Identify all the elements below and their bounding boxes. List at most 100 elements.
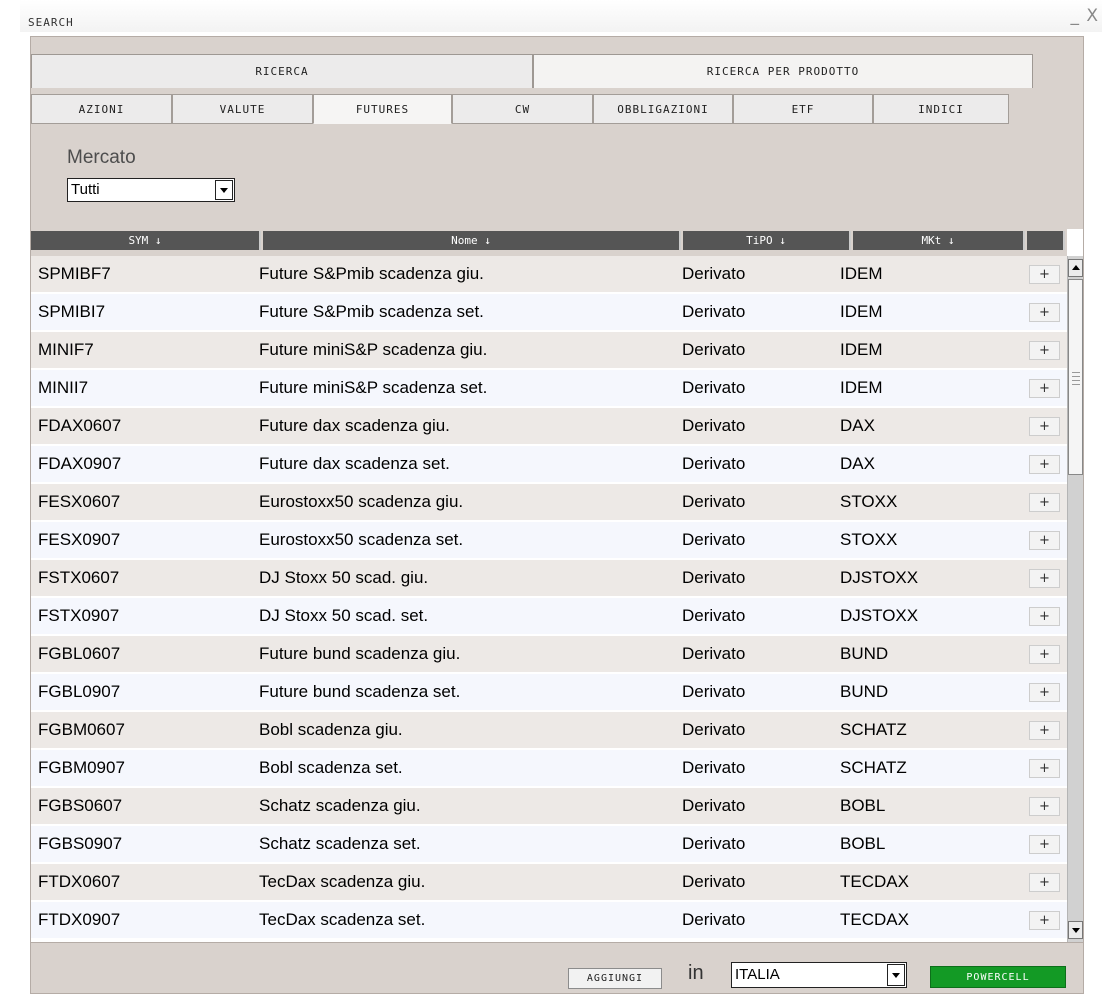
- subtab-etf[interactable]: ETF: [733, 94, 873, 124]
- cell-mkt: DAX: [840, 454, 875, 473]
- table-row[interactable]: SPMIBF7 Future S&Pmib scadenza giu. Deriva…: [31, 256, 1067, 292]
- cell-nome: Future bund scadenza giu.: [259, 644, 461, 663]
- cell-sym: FESX0907: [38, 530, 121, 549]
- add-row-button[interactable]: +: [1029, 873, 1060, 892]
- cell-tipo: Derivato: [682, 340, 746, 359]
- grid-rows: SPMIBF7 Future S&Pmib scadenza giu. Deriva…: [31, 256, 1067, 942]
- cell-sym: SPMIBI7: [38, 302, 106, 321]
- add-row-button[interactable]: +: [1029, 265, 1060, 284]
- add-row-button[interactable]: +: [1029, 607, 1060, 626]
- subtab-indici[interactable]: INDICI: [873, 94, 1009, 124]
- minimize-button[interactable]: _: [1070, 6, 1079, 26]
- cell-nome: Future S&Pmib scadenza giu.: [259, 264, 484, 283]
- subtab-futures[interactable]: FUTURES: [313, 94, 452, 124]
- add-row-button[interactable]: +: [1029, 569, 1060, 588]
- dropdown-arrow-icon[interactable]: [887, 964, 905, 986]
- table-row[interactable]: FGBL0607 Future bund scadenza giu. Derivat…: [31, 636, 1067, 672]
- cell-sym: FGBM0607: [38, 720, 125, 739]
- cell-nome: Future dax scadenza giu.: [259, 416, 450, 435]
- cell-nome: Bobl scadenza giu.: [259, 720, 403, 739]
- table-row[interactable]: FGBL0907 Future bund scadenza set. Derivat…: [31, 674, 1067, 710]
- in-label: in: [688, 962, 704, 984]
- aggiungi-button[interactable]: AGGIUNGI: [568, 968, 662, 989]
- cell-mkt: STOXX: [840, 492, 898, 511]
- table-row[interactable]: FGBM0607 Bobl scadenza giu. Derivato SCHATZ…: [31, 712, 1067, 748]
- subtab-valute[interactable]: VALUTE: [172, 94, 313, 124]
- search-panel: RICERCA RICERCA PER PRODOTTO AZIONI VALU…: [30, 36, 1084, 994]
- table-row[interactable]: MINIF7 Future miniS&P scadenza giu. Deriva…: [31, 332, 1067, 368]
- add-row-button[interactable]: +: [1029, 417, 1060, 436]
- table-row[interactable]: FDAX0907 Future dax scadenza set. Derivato…: [31, 446, 1067, 482]
- cell-nome: Future miniS&P scadenza giu.: [259, 340, 488, 359]
- tab-ricerca[interactable]: RICERCA: [31, 54, 533, 88]
- cell-sym: FESX0607: [38, 492, 121, 511]
- table-row[interactable]: SPMIBI7 Future S&Pmib scadenza set. Deriva…: [31, 294, 1067, 330]
- mercato-select[interactable]: Tutti: [67, 178, 235, 202]
- scroll-thumb[interactable]: [1068, 279, 1083, 475]
- cell-tipo: Derivato: [682, 454, 746, 473]
- cell-tipo: Derivato: [682, 720, 746, 739]
- subtab-obbligazioni[interactable]: OBBLIGAZIONI: [593, 94, 733, 124]
- table-row[interactable]: FTDX0907 TecDax scadenza set. Derivato TECD…: [31, 902, 1067, 938]
- table-row[interactable]: FSTX0907 DJ Stoxx 50 scad. set. Derivato DJ…: [31, 598, 1067, 634]
- table-row[interactable]: FGBM0907 Bobl scadenza set. Derivato SCHATZ…: [31, 750, 1067, 786]
- table-row[interactable]: FGBS0607 Schatz scadenza giu. Derivato BOBL…: [31, 788, 1067, 824]
- add-row-button[interactable]: +: [1029, 721, 1060, 740]
- subtab-azioni[interactable]: AZIONI: [31, 94, 172, 124]
- add-row-button[interactable]: +: [1029, 797, 1060, 816]
- cell-nome: TecDax scadenza set.: [259, 910, 426, 929]
- table-row[interactable]: FESX0907 Eurostoxx50 scadenza set. Derivat…: [31, 522, 1067, 558]
- cell-tipo: Derivato: [682, 834, 746, 853]
- cell-mkt: BUND: [840, 682, 889, 701]
- add-row-button[interactable]: +: [1029, 379, 1060, 398]
- add-row-button[interactable]: +: [1029, 645, 1060, 664]
- target-select[interactable]: ITALIA: [731, 962, 907, 988]
- table-row[interactable]: FESX0607 Eurostoxx50 scadenza giu. Derivat…: [31, 484, 1067, 520]
- table-row[interactable]: FDAX0607 Future dax scadenza giu. Derivato…: [31, 408, 1067, 444]
- cell-mkt: BOBL: [840, 834, 886, 853]
- cell-sym: FSTX0907: [38, 606, 120, 625]
- table-row[interactable]: FTDX0607 TecDax scadenza giu. Derivato TECD…: [31, 864, 1067, 900]
- tab-ricerca-per-prodotto[interactable]: RICERCA PER PRODOTTO: [533, 54, 1033, 88]
- add-row-button[interactable]: +: [1029, 531, 1060, 550]
- scroll-up-icon[interactable]: [1068, 259, 1083, 277]
- dropdown-arrow-icon[interactable]: [215, 180, 233, 200]
- add-row-button[interactable]: +: [1029, 683, 1060, 702]
- add-row-button[interactable]: +: [1029, 759, 1060, 778]
- cell-mkt: IDEM: [840, 302, 883, 321]
- cell-tipo: Derivato: [682, 910, 746, 929]
- cell-tipo: Derivato: [682, 264, 746, 283]
- cell-sym: FGBL0607: [38, 644, 121, 663]
- column-header-sym[interactable]: SYM ↓: [31, 231, 261, 250]
- cell-sym: FSTX0607: [38, 568, 120, 587]
- add-row-button[interactable]: +: [1029, 493, 1060, 512]
- column-header-nome[interactable]: Nome ↓: [263, 231, 681, 250]
- cell-tipo: Derivato: [682, 416, 746, 435]
- target-value: ITALIA: [735, 966, 780, 983]
- add-row-button[interactable]: +: [1029, 835, 1060, 854]
- window-controls: _ X: [1068, 6, 1098, 26]
- scroll-down-icon[interactable]: [1068, 921, 1083, 939]
- column-header-tipo[interactable]: TiPO ↓: [683, 231, 851, 250]
- mercato-label: Mercato: [67, 147, 136, 168]
- table-row[interactable]: MINII7 Future miniS&P scadenza set. Deriva…: [31, 370, 1067, 406]
- table-row[interactable]: FSTX0607 DJ Stoxx 50 scad. giu. Derivato DJ…: [31, 560, 1067, 596]
- cell-mkt: IDEM: [840, 340, 883, 359]
- add-row-button[interactable]: +: [1029, 303, 1060, 322]
- add-row-button[interactable]: +: [1029, 911, 1060, 930]
- powercell-button[interactable]: POWERCELL: [930, 966, 1066, 988]
- cell-nome: DJ Stoxx 50 scad. set.: [259, 606, 429, 625]
- subtab-cw[interactable]: CW: [452, 94, 593, 124]
- cell-nome: Bobl scadenza set.: [259, 758, 403, 777]
- title-bar[interactable]: SEARCH _ X: [20, 0, 1102, 32]
- cell-tipo: Derivato: [682, 568, 746, 587]
- add-row-button[interactable]: +: [1029, 455, 1060, 474]
- close-button[interactable]: X: [1086, 6, 1098, 26]
- vertical-scrollbar[interactable]: [1067, 256, 1083, 942]
- cell-nome: Eurostoxx50 scadenza set.: [259, 530, 464, 549]
- column-header-mkt[interactable]: MKt ↓: [853, 231, 1025, 250]
- mercato-value: Tutti: [71, 181, 100, 198]
- cell-nome: Eurostoxx50 scadenza giu.: [259, 492, 464, 511]
- add-row-button[interactable]: +: [1029, 341, 1060, 360]
- table-row[interactable]: FGBS0907 Schatz scadenza set. Derivato BOBL…: [31, 826, 1067, 862]
